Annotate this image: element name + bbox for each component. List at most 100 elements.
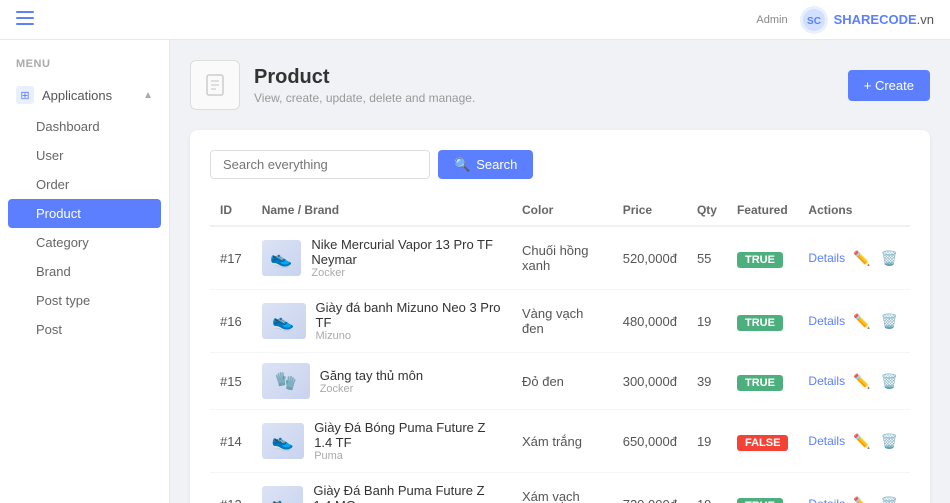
svg-text:SC: SC [807, 16, 821, 27]
table-row: #16 👟 Giày đá banh Mizuno Neo 3 Pro TF M… [210, 290, 910, 353]
product-image: 👟 [262, 486, 304, 503]
applications-icon: ⊞ [16, 86, 34, 104]
col-id: ID [210, 195, 252, 226]
delete-button[interactable]: 🗑️ [879, 371, 900, 392]
cell-id: #16 [210, 290, 252, 353]
edit-button[interactable]: ✏️ [851, 248, 872, 269]
cell-price: 650,000đ [613, 410, 687, 473]
search-input[interactable] [210, 150, 430, 179]
page-header-left: Product View, create, update, delete and… [190, 60, 475, 110]
table-row: #17 👟 Nike Mercurial Vapor 13 Pro TF Ney… [210, 226, 910, 290]
edit-button[interactable]: ✏️ [851, 431, 872, 452]
brand-icon: SC [800, 6, 828, 34]
product-name-text: Nike Mercurial Vapor 13 Pro TF Neymar Zo… [311, 237, 502, 279]
cell-qty: 19 [687, 410, 727, 473]
cell-featured: TRUE [727, 473, 798, 503]
product-name-text: Giày Đá Bóng Puma Future Z 1.4 TF Puma [314, 420, 502, 462]
cell-price: 480,000đ [613, 290, 687, 353]
page-icon [190, 60, 240, 110]
cell-featured: TRUE [727, 226, 798, 290]
cell-actions: Details ✏️ 🗑️ [798, 290, 910, 353]
table-header: ID Name / Brand Color Price Qty Featured… [210, 195, 910, 226]
sidebar-item-post-type[interactable]: Post type [0, 286, 169, 315]
cell-price: 520,000đ [613, 226, 687, 290]
table-row: #14 👟 Giày Đá Bóng Puma Future Z 1.4 TF … [210, 410, 910, 473]
edit-button[interactable]: ✏️ [851, 494, 872, 503]
details-link[interactable]: Details [808, 374, 845, 388]
product-table: ID Name / Brand Color Price Qty Featured… [210, 195, 910, 503]
main-content: Product View, create, update, delete and… [170, 40, 950, 503]
cell-name-brand: 🧤 Găng tay thủ môn Zocker [252, 353, 512, 410]
table-row: #15 🧤 Găng tay thủ môn Zocker Đỏ đen 300… [210, 353, 910, 410]
col-price: Price [613, 195, 687, 226]
sidebar-item-order[interactable]: Order [0, 170, 169, 199]
edit-button[interactable]: ✏️ [851, 371, 872, 392]
chevron-up-icon: ▲ [143, 90, 153, 101]
cell-actions: Details ✏️ 🗑️ [798, 473, 910, 503]
delete-button[interactable]: 🗑️ [879, 431, 900, 452]
search-button[interactable]: 🔍 Search [438, 150, 533, 179]
cell-id: #14 [210, 410, 252, 473]
page-subtitle: View, create, update, delete and manage. [254, 91, 475, 105]
sidebar-section-header-applications[interactable]: ⊞ Applications ▲ [0, 78, 169, 112]
cell-price: 300,000đ [613, 353, 687, 410]
details-link[interactable]: Details [808, 251, 845, 265]
product-image: 👟 [262, 240, 302, 276]
sidebar-item-user[interactable]: User [0, 141, 169, 170]
page-header: Product View, create, update, delete and… [190, 60, 930, 110]
sidebar-items-list: Dashboard User Order Product Category Br… [0, 112, 169, 348]
cell-featured: TRUE [727, 353, 798, 410]
menu-hamburger-icon[interactable] [16, 9, 34, 30]
page-title-block: Product View, create, update, delete and… [254, 66, 475, 105]
details-link[interactable]: Details [808, 434, 845, 448]
cell-actions: Details ✏️ 🗑️ [798, 353, 910, 410]
search-bar: 🔍 Search [210, 150, 910, 179]
create-button[interactable]: + Create [848, 70, 930, 101]
col-featured: Featured [727, 195, 798, 226]
cell-name-brand: 👟 Giày Đá Bóng Puma Future Z 1.4 TF Puma [252, 410, 512, 473]
sidebar-item-dashboard[interactable]: Dashboard [0, 112, 169, 141]
cell-color: Xám trắng [512, 410, 613, 473]
sidebar-item-post[interactable]: Post [0, 315, 169, 344]
sidebar-menu-label: MENU [0, 50, 169, 74]
details-link[interactable]: Details [808, 497, 845, 503]
sidebar-item-product[interactable]: Product [8, 199, 161, 228]
search-icon: 🔍 [454, 157, 470, 173]
cell-id: #17 [210, 226, 252, 290]
cell-qty: 39 [687, 353, 727, 410]
sidebar-section-label: Applications [42, 88, 143, 103]
topbar: Admin SC SHARECODE.vn [0, 0, 950, 40]
sidebar-item-brand[interactable]: Brand [0, 257, 169, 286]
col-name-brand: Name / Brand [252, 195, 512, 226]
col-qty: Qty [687, 195, 727, 226]
cell-featured: TRUE [727, 290, 798, 353]
sidebar-item-category[interactable]: Category [0, 228, 169, 257]
sidebar-section-applications: ⊞ Applications ▲ Dashboard User Order Pr… [0, 74, 169, 352]
cell-name-brand: 👟 Giày đá banh Mizuno Neo 3 Pro TF Mizun… [252, 290, 512, 353]
cell-actions: Details ✏️ 🗑️ [798, 410, 910, 473]
product-image: 👟 [262, 423, 304, 459]
product-name-text: Găng tay thủ môn Zocker [320, 368, 423, 395]
cell-color: Chuối hồng xanh [512, 226, 613, 290]
cell-color: Vàng vạch đen [512, 290, 613, 353]
cell-color: Xám vạch cam [512, 473, 613, 503]
table-body: #17 👟 Nike Mercurial Vapor 13 Pro TF Ney… [210, 226, 910, 503]
brand-name: SHARECODE.vn [834, 12, 934, 27]
product-name-text: Giày Đá Banh Puma Future Z 1.4 MG Puma [313, 483, 502, 503]
cell-price: 720,000đ [613, 473, 687, 503]
cell-name-brand: 👟 Giày Đá Banh Puma Future Z 1.4 MG Puma [252, 473, 512, 503]
cell-id: #15 [210, 353, 252, 410]
delete-button[interactable]: 🗑️ [879, 494, 900, 503]
cell-featured: FALSE [727, 410, 798, 473]
details-link[interactable]: Details [808, 314, 845, 328]
cell-actions: Details ✏️ 🗑️ [798, 226, 910, 290]
edit-button[interactable]: ✏️ [851, 311, 872, 332]
cell-qty: 19 [687, 473, 727, 503]
cell-qty: 55 [687, 226, 727, 290]
col-actions: Actions [798, 195, 910, 226]
delete-button[interactable]: 🗑️ [879, 248, 900, 269]
content-card: 🔍 Search ID Name / Brand Color Price Qty… [190, 130, 930, 503]
product-image: 👟 [262, 303, 306, 339]
brand-logo-area: Admin SC SHARECODE.vn [756, 6, 934, 34]
delete-button[interactable]: 🗑️ [879, 311, 900, 332]
